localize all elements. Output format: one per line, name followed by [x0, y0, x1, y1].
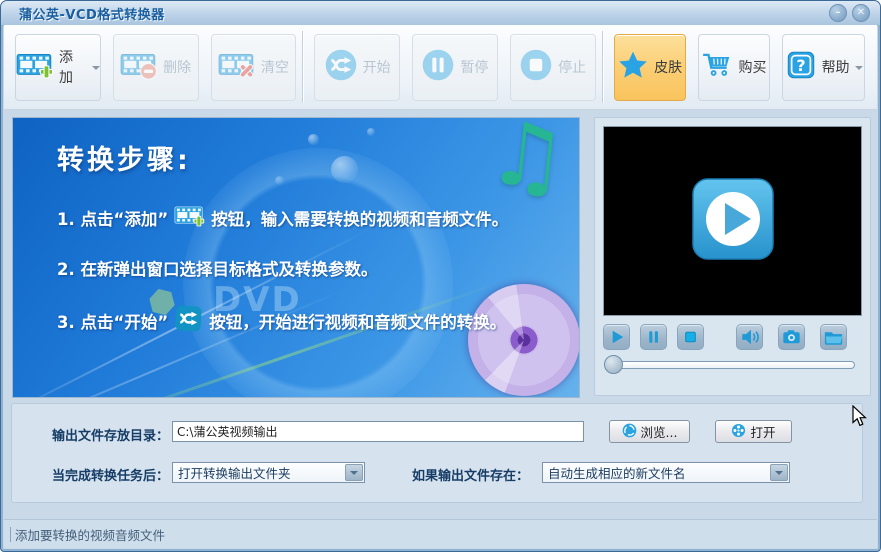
preview-panel: [594, 117, 871, 396]
delete-film-icon: [120, 49, 158, 85]
seek-slider-knob[interactable]: [604, 355, 623, 374]
minimize-button[interactable]: –: [829, 4, 847, 22]
cd-disc-graphic: [468, 284, 579, 396]
chevron-down-icon: [91, 65, 100, 74]
step-1-text-prefix: 1. 点击“添加”: [57, 209, 169, 229]
if-exists-combobox[interactable]: 自动生成相应的新文件名: [542, 462, 790, 483]
browse-button[interactable]: 浏览...: [609, 420, 690, 443]
step-2: 2. 在新弹出窗口选择目标格式及转换参数。: [57, 256, 378, 280]
status-divider: [10, 526, 11, 542]
start-convert-icon-inline: [174, 304, 203, 337]
browse-aperture-icon: [622, 423, 637, 441]
step-1-text-suffix: 按钮，输入需要转换的视频和音频文件。: [211, 209, 509, 229]
chevron-down-icon[interactable]: [770, 464, 788, 481]
toolbar-separator: [302, 31, 304, 103]
step-3-text-suffix: 按钮，开始进行视频和音频文件的转换。: [209, 312, 507, 332]
step-2-text: 2. 在新弹出窗口选择目标格式及转换参数。: [57, 260, 378, 279]
chevron-down-icon[interactable]: [345, 464, 363, 481]
player-volume-button[interactable]: [736, 324, 763, 350]
open-button[interactable]: 打开: [715, 420, 792, 443]
clear-button-label: 清空: [260, 60, 289, 76]
if-exists-value: 自动生成相应的新文件名: [548, 466, 686, 481]
help-button-label: 帮助: [821, 60, 850, 76]
skin-button[interactable]: 皮肤: [613, 33, 686, 101]
clear-button[interactable]: 清空: [210, 33, 297, 101]
open-button-label: 打开: [750, 425, 776, 440]
toolbar-separator: [601, 31, 603, 103]
film-reel-icon: [731, 423, 746, 441]
close-button[interactable]: ✕: [852, 4, 870, 22]
player-folder-button[interactable]: [820, 324, 847, 350]
bubble-decoration: [308, 134, 319, 145]
mouse-cursor: [852, 404, 867, 432]
window-controls: – ✕: [829, 4, 870, 22]
add-button[interactable]: 添加: [15, 33, 101, 101]
delete-button-label: 删除: [163, 60, 192, 76]
start-button[interactable]: 开始: [314, 33, 401, 101]
bubble-decoration: [275, 176, 284, 185]
app-window: 蒲公英-VCD格式转换器 – ✕ 添加 删除 清空 开始 暂停 停止 皮肤 购买…: [0, 0, 881, 552]
output-dir-label: 输出文件存放目录：: [52, 429, 170, 444]
player-snapshot-button[interactable]: [778, 324, 805, 350]
player-play-button[interactable]: [603, 324, 630, 350]
status-text: 添加要转换的视频音频文件: [15, 527, 166, 543]
if-exists-label: 如果输出文件存在：: [412, 469, 530, 484]
music-note-icon: ♫: [482, 117, 573, 211]
skin-button-label: 皮肤: [654, 60, 683, 76]
star-icon: [617, 49, 649, 85]
help-icon: ?: [785, 49, 817, 85]
stop-button-label: 停止: [558, 60, 587, 76]
clear-film-icon: [218, 49, 256, 85]
status-bar: 添加要转换的视频音频文件: [4, 519, 877, 548]
help-button[interactable]: ? 帮助: [782, 33, 865, 101]
pause-icon: [421, 48, 455, 86]
buy-button-label: 购买: [738, 60, 767, 76]
pause-button[interactable]: 暂停: [412, 33, 498, 101]
step-3: 3. 点击“开始” 按钮，开始进行视频和音频文件的转换。: [57, 304, 506, 337]
seek-slider-track[interactable]: [604, 355, 855, 374]
svg-text:?: ?: [796, 56, 805, 75]
stop-icon: [519, 48, 553, 86]
chevron-down-icon: [854, 65, 863, 74]
step-1: 1. 点击“添加” 按钮，输入需要转换的视频和音频文件。: [57, 202, 508, 233]
output-settings-panel: 输出文件存放目录： 浏览...: [11, 403, 863, 503]
toolbar: 添加 删除 清空 开始 暂停 停止 皮肤 购买 ? 帮助: [4, 25, 877, 110]
player-controls: [603, 324, 862, 350]
add-button-label: 添加: [59, 50, 73, 86]
start-button-label: 开始: [362, 60, 391, 76]
video-preview-area: [603, 126, 862, 316]
window-title: 蒲公英-VCD格式转换器: [19, 8, 165, 23]
titlebar[interactable]: 蒲公英-VCD格式转换器 – ✕: [1, 1, 880, 26]
player-stop-button[interactable]: [677, 324, 704, 350]
add-film-icon: [16, 49, 54, 85]
steps-heading: 转换步骤:: [57, 145, 191, 176]
bubble-decoration: [331, 156, 358, 183]
delete-button[interactable]: 删除: [112, 33, 199, 101]
output-dir-input[interactable]: [172, 421, 584, 442]
browse-button-label: 浏览...: [640, 425, 678, 440]
after-task-label: 当完成转换任务后：: [52, 469, 170, 484]
after-task-combobox[interactable]: 打开转换输出文件夹: [172, 462, 365, 483]
cart-icon: [701, 51, 733, 83]
after-task-value: 打开转换输出文件夹: [178, 466, 291, 481]
bubble-decoration: [367, 128, 375, 136]
stop-button[interactable]: 停止: [509, 33, 596, 101]
add-film-icon-inline: [174, 202, 205, 233]
steps-panel: ♫ DVD 转换步骤: 1. 点击“添加” 按钮，输入需要转换的视频和音频文件。…: [12, 117, 580, 398]
pause-button-label: 暂停: [460, 60, 489, 76]
play-badge-icon: [691, 177, 775, 265]
player-pause-button[interactable]: [640, 324, 667, 350]
buy-button[interactable]: 购买: [697, 33, 771, 101]
start-convert-icon: [324, 48, 358, 86]
step-3-text-prefix: 3. 点击“开始”: [57, 312, 169, 332]
